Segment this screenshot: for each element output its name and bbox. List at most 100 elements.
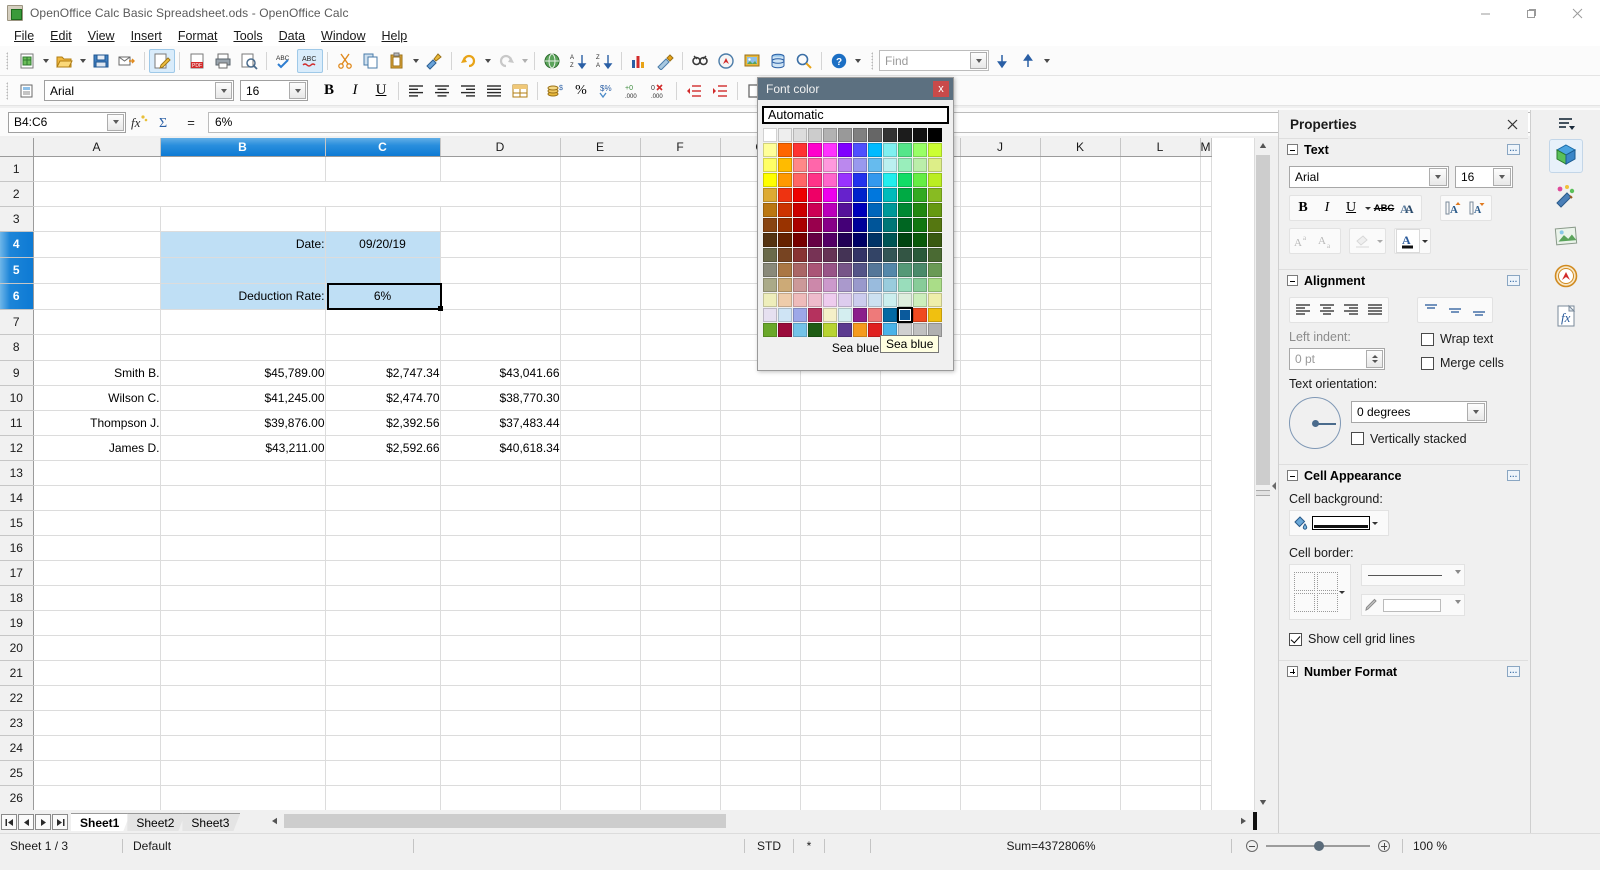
cell-a19[interactable] (33, 610, 161, 636)
cell-e10[interactable] (560, 385, 641, 411)
color-swatch[interactable] (763, 248, 777, 262)
cell-g12[interactable] (720, 435, 801, 461)
cell-m15[interactable] (1200, 510, 1212, 536)
color-swatch[interactable] (823, 308, 837, 322)
cell-b19[interactable] (160, 610, 326, 636)
color-swatch[interactable] (823, 248, 837, 262)
increase-font-size-icon[interactable]: A (1442, 196, 1466, 220)
cell-f7[interactable] (640, 309, 721, 335)
cell-e13[interactable] (560, 460, 641, 486)
draw-functions-icon[interactable] (652, 49, 678, 73)
cell-h24[interactable] (800, 735, 881, 761)
cell-b16[interactable] (160, 535, 326, 561)
sidebar-underline-button[interactable]: U (1339, 196, 1363, 220)
cell-a21[interactable] (33, 660, 161, 686)
row-header-3[interactable]: 3 (0, 206, 34, 232)
sheet-tab-sheet1[interactable]: Sheet1 (71, 813, 130, 831)
color-swatch[interactable] (778, 323, 792, 337)
font-color-popup[interactable]: Font color x Automatic Sea blue (757, 77, 954, 371)
cell-d9-net[interactable]: $43,041.66 (440, 360, 561, 386)
cell-l23[interactable] (1120, 710, 1201, 736)
color-swatch[interactable] (853, 203, 867, 217)
cell-a11-name[interactable]: Thompson J. (33, 410, 161, 436)
cell-g21[interactable] (720, 660, 801, 686)
cell-l3[interactable] (1120, 206, 1201, 232)
color-swatch[interactable] (778, 188, 792, 202)
decrease-indent-icon[interactable] (681, 79, 707, 103)
find-previous-icon[interactable] (1015, 49, 1041, 73)
cell-h17[interactable] (800, 560, 881, 586)
font-name-dropdown-icon[interactable] (215, 82, 232, 99)
color-swatch[interactable] (898, 218, 912, 232)
cell-j18[interactable] (960, 585, 1041, 611)
cell-g22[interactable] (720, 685, 801, 711)
color-swatch[interactable] (808, 293, 822, 307)
color-swatch[interactable] (763, 218, 777, 232)
color-swatch[interactable] (853, 143, 867, 157)
color-swatch[interactable] (808, 248, 822, 262)
color-swatch[interactable] (793, 323, 807, 337)
cell-border-picker[interactable] (1289, 564, 1351, 620)
highlighting-color-icon[interactable] (1351, 229, 1375, 253)
cell-b20[interactable] (160, 635, 326, 661)
cell-h14[interactable] (800, 485, 881, 511)
cell-d1[interactable] (440, 156, 561, 182)
cell-h20[interactable] (800, 635, 881, 661)
cell-d22[interactable] (440, 685, 561, 711)
cell-j14[interactable] (960, 485, 1041, 511)
cell-j17[interactable] (960, 560, 1041, 586)
cell-a20[interactable] (33, 635, 161, 661)
cell-j13[interactable] (960, 460, 1041, 486)
number-format-icon[interactable]: $% (594, 79, 620, 103)
find-overflow-icon[interactable] (1041, 49, 1052, 73)
color-swatch[interactable] (838, 218, 852, 232)
font-size-combo[interactable]: 16 (240, 80, 308, 101)
cell-title-merged[interactable]: Deduction Calculations for Employees (33, 181, 561, 207)
open-document-dropdown-icon[interactable] (77, 49, 88, 73)
cell-a15[interactable] (33, 510, 161, 536)
cell-l10[interactable] (1120, 385, 1201, 411)
color-swatch[interactable] (883, 188, 897, 202)
color-swatch[interactable] (913, 143, 927, 157)
paste-dropdown-icon[interactable] (410, 49, 421, 73)
cell-d10-net[interactable]: $38,770.30 (440, 385, 561, 411)
scroll-up-button[interactable] (1255, 138, 1271, 154)
color-swatch[interactable] (778, 248, 792, 262)
color-swatch[interactable] (883, 173, 897, 187)
cell-m11[interactable] (1200, 410, 1212, 436)
vertical-scrollbar[interactable] (1254, 138, 1271, 810)
cell-c12-deduction[interactable]: $2,592.66 (325, 435, 441, 461)
color-swatch[interactable] (928, 188, 942, 202)
color-swatch[interactable] (868, 173, 882, 187)
cell-d13[interactable] (440, 460, 561, 486)
cell-k19[interactable] (1040, 610, 1121, 636)
cell-l12[interactable] (1120, 435, 1201, 461)
cell-f3[interactable] (640, 206, 721, 232)
cell-g17[interactable] (720, 560, 801, 586)
color-swatch[interactable] (838, 263, 852, 277)
cell-j20[interactable] (960, 635, 1041, 661)
color-swatch[interactable] (853, 233, 867, 247)
copy-icon[interactable] (358, 49, 384, 73)
border-line-style-selector[interactable] (1361, 564, 1465, 586)
cell-j15[interactable] (960, 510, 1041, 536)
row-header-24[interactable]: 24 (0, 735, 34, 761)
cell-b21[interactable] (160, 660, 326, 686)
cell-j25[interactable] (960, 760, 1041, 786)
cell-b8-header[interactable]: Gross Salary (160, 334, 326, 361)
last-sheet-icon[interactable] (52, 814, 68, 830)
paste-icon[interactable] (384, 49, 410, 73)
menu-tools[interactable]: Tools (225, 27, 270, 45)
menu-help[interactable]: Help (374, 27, 416, 45)
column-header-a[interactable]: A (33, 138, 161, 157)
sheet-tab-sheet2[interactable]: Sheet2 (127, 813, 185, 831)
cell-g13[interactable] (720, 460, 801, 486)
cell-k6[interactable] (1040, 283, 1121, 310)
color-swatch[interactable] (928, 278, 942, 292)
column-header-b[interactable]: B (160, 138, 326, 157)
cell-g25[interactable] (720, 760, 801, 786)
cell-j24[interactable] (960, 735, 1041, 761)
color-swatch[interactable] (808, 143, 822, 157)
cell-k11[interactable] (1040, 410, 1121, 436)
formatting-toolbar-grip[interactable] (4, 81, 11, 101)
